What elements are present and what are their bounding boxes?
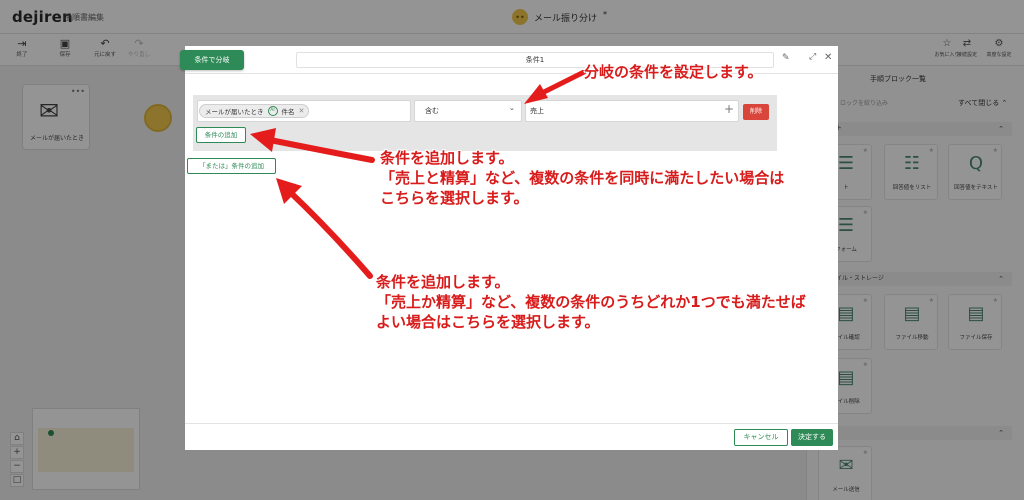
annotation-line: 条件を追加します。 — [380, 149, 514, 167]
arrow-to-add-or-condition — [276, 178, 373, 279]
annotation-line: 分岐の条件を設定します。 — [584, 63, 763, 81]
annotation-or-condition: 条件を追加します。 「売上か精算」など、複数の条件のうちどれか1つでも満たせば … — [376, 272, 806, 332]
annotation-arrows — [250, 69, 587, 279]
annotation-line: 「売上と精算」など、複数の条件を同時に満たしたい場合は — [380, 169, 785, 187]
annotation-and-condition: 条件を追加します。 「売上と精算」など、複数の条件を同時に満たしたい場合は こち… — [380, 148, 784, 208]
annotation-line: こちらを選択します。 — [380, 189, 529, 207]
annotation-line: よい場合はこちらを選択します。 — [376, 313, 600, 331]
annotation-line: 条件を追加します。 — [376, 273, 510, 291]
annotation-condition-setting: 分岐の条件を設定します。 — [584, 62, 763, 82]
arrow-to-add-condition — [250, 128, 375, 163]
annotation-line: 「売上か精算」など、複数の条件のうちどれか1つでも満たせば — [376, 293, 806, 311]
arrow-to-value-input — [524, 69, 587, 104]
